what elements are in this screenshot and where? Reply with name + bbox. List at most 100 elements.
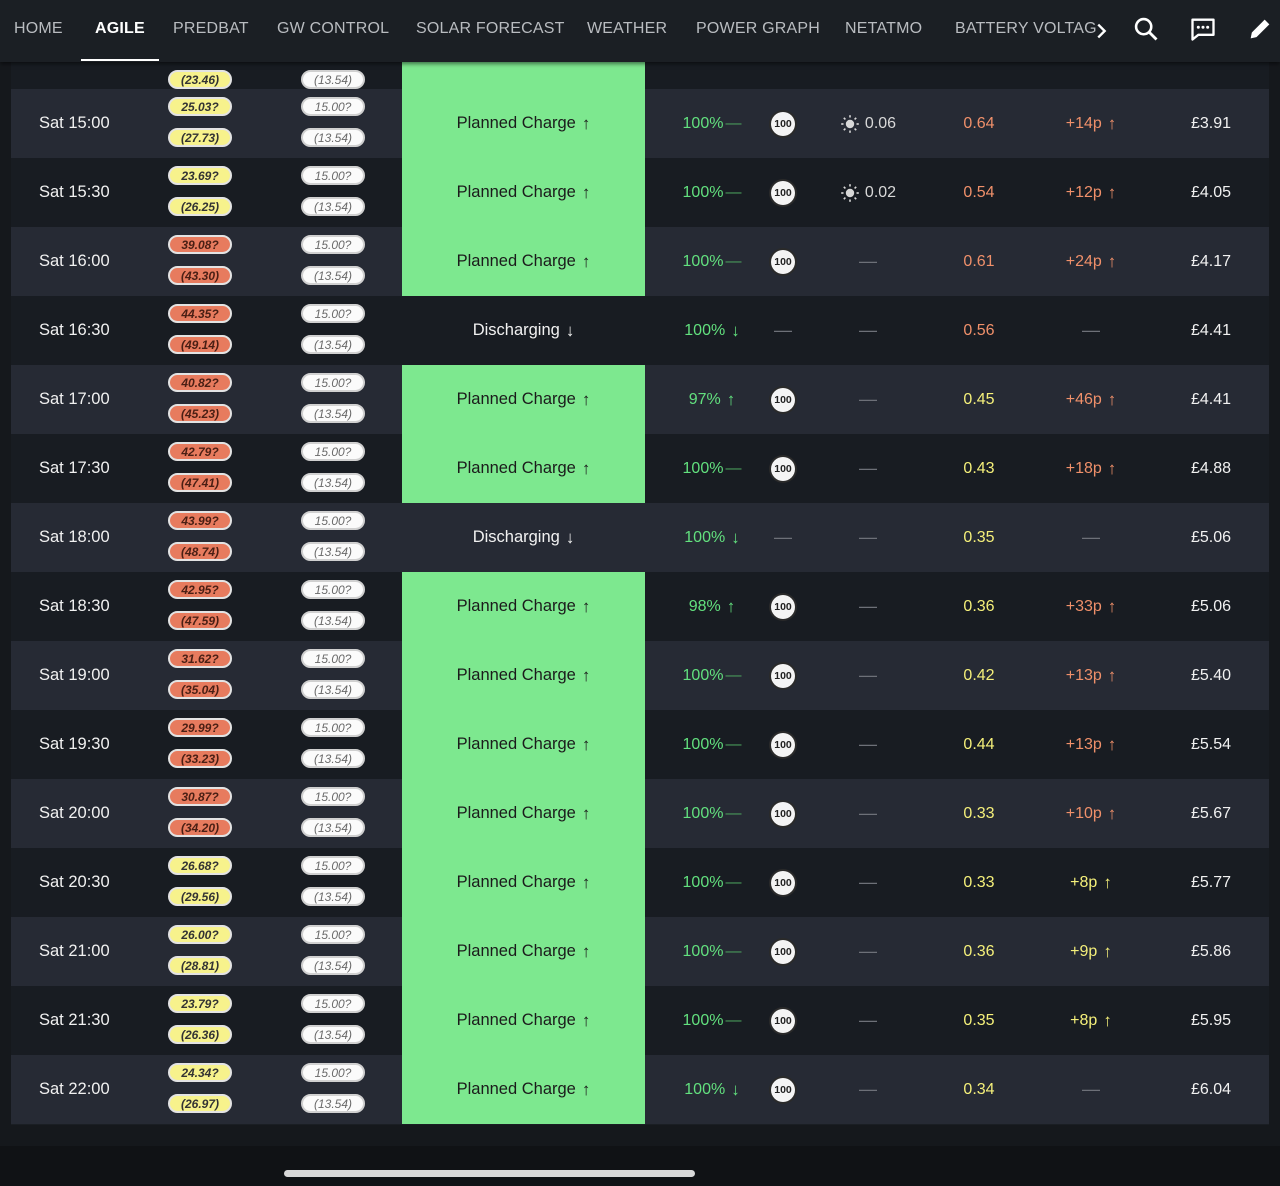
tab-solar-forecast[interactable]: SOLAR FORECAST [416, 0, 565, 62]
tab-weather[interactable]: WEATHER [587, 0, 667, 62]
soc-cell: 100% — [667, 986, 757, 1055]
slot-time: Sat 17:00 [39, 390, 110, 408]
slot-time: Sat 18:00 [39, 528, 110, 546]
status-cell: Planned Charge ↑ [402, 641, 645, 710]
tab-gw-control[interactable]: GW CONTROL [277, 0, 389, 62]
soc-value: 100% [684, 528, 726, 546]
import-price-low: (34.20) [168, 818, 232, 837]
soc-cell: 100% — [667, 89, 757, 158]
status-label: Planned Charge [456, 390, 576, 408]
status-up-arrow-icon: ↑ [581, 389, 591, 409]
import-price-high: 23.79? [168, 994, 232, 1013]
total-cost: £6.04 [1190, 1080, 1232, 1098]
table-row-partial: (23.46) (13.54) [11, 62, 1269, 89]
import-price-high: 43.99? [168, 511, 232, 530]
limit-empty: — [774, 320, 792, 340]
import-price-low: (26.25) [168, 197, 232, 216]
status-cell: Planned Charge ↑ [402, 710, 645, 779]
import-price-high: 26.68? [168, 856, 232, 875]
soc-flat-icon: — [725, 183, 742, 201]
soc-flat-icon: — [725, 735, 742, 753]
cost-up-arrow-icon: ↑ [1107, 389, 1117, 409]
cost-up-arrow-icon: ↑ [1107, 458, 1117, 478]
limit-badge: 100 [771, 871, 795, 895]
status-up-arrow-icon: ↑ [581, 113, 591, 133]
cost-cell: +8p ↑ [1046, 848, 1136, 917]
soc-cell: 100% — [667, 848, 757, 917]
table-row: Sat 22:00 24.34? (26.97) 15.00? (13.54) … [11, 1055, 1269, 1124]
tab-predbat[interactable]: PREDBAT [173, 0, 249, 62]
table-row: Sat 15:30 23.69? (26.25) 15.00? (13.54) … [11, 158, 1269, 227]
table-row: Sat 16:00 39.08? (43.30) 15.00? (13.54) … [11, 227, 1269, 296]
limit-badge: 100 [771, 733, 795, 757]
cost-value: +14p [1065, 114, 1102, 132]
soc-up-arrow-icon: ↑ [726, 389, 736, 409]
soc-cell: 100% — [667, 641, 757, 710]
soc-up-arrow-icon: ↑ [726, 596, 736, 616]
cost-up-arrow-icon: ↑ [1107, 803, 1117, 823]
export-price-low: (13.54) [301, 887, 365, 906]
export-price-low: (13.54) [301, 70, 365, 89]
table-row: Sat 20:30 26.68? (29.56) 15.00? (13.54) … [11, 848, 1269, 917]
chevron-right-icon[interactable] [1090, 20, 1112, 42]
soc-flat-icon: — [725, 459, 742, 477]
tab-home[interactable]: HOME [14, 0, 63, 62]
export-price-high: 15.00? [301, 1063, 365, 1082]
soc-cell: 100% — [667, 917, 757, 986]
cost-empty: — [1082, 1079, 1100, 1099]
total-cost: £5.06 [1190, 528, 1232, 546]
pv-value: 0.02 [864, 183, 897, 201]
agile-rates-table: (23.46) (13.54) Sat 15:00 25.03? (27.73)… [11, 62, 1269, 1125]
soc-cell: 100% — [667, 227, 757, 296]
slot-time: Sat 19:30 [39, 735, 110, 753]
table-row: Sat 19:00 31.62? (35.04) 15.00? (13.54) … [11, 641, 1269, 710]
pv-cell: — [833, 1055, 903, 1124]
table-row: Sat 19:30 29.99? (33.23) 15.00? (13.54) … [11, 710, 1269, 779]
cost-up-arrow-icon: ↑ [1107, 182, 1117, 202]
home-gesture-handle[interactable] [284, 1170, 695, 1177]
status-cell: Planned Charge ↑ [402, 365, 645, 434]
table-row: Sat 18:00 43.99? (48.74) 15.00? (13.54) … [11, 503, 1269, 572]
tab-agile[interactable]: AGILE [81, 0, 159, 62]
tab-power-graph[interactable]: POWER GRAPH [696, 0, 820, 62]
status-cell: Planned Charge ↑ [402, 89, 645, 158]
limit-badge: 100 [771, 802, 795, 826]
cost-up-arrow-icon: ↑ [1103, 872, 1112, 892]
pv-empty: — [859, 458, 877, 478]
table-row: Sat 17:30 42.79? (47.41) 15.00? (13.54) … [11, 434, 1269, 503]
sun-icon [841, 114, 859, 133]
load-value: 0.54 [963, 183, 995, 201]
total-cost: £4.41 [1190, 390, 1232, 408]
tab-netatmo[interactable]: NETATMO [845, 0, 922, 62]
status-up-arrow-icon: ↑ [581, 251, 591, 271]
search-icon[interactable] [1132, 15, 1160, 43]
soc-value: 97% [688, 390, 721, 408]
total-cost: £5.77 [1190, 873, 1232, 891]
cost-cell: +10p ↑ [1046, 779, 1136, 848]
pv-empty: — [859, 320, 877, 340]
status-cell: Planned Charge ↑ [402, 572, 645, 641]
pv-empty: — [859, 251, 877, 271]
tab-battery-voltag[interactable]: BATTERY VOLTAG [955, 0, 1097, 62]
import-price-low: (26.97) [168, 1094, 232, 1113]
import-price-low: (27.73) [168, 128, 232, 147]
cost-empty: — [1082, 527, 1100, 547]
load-value: 0.61 [963, 252, 995, 270]
pencil-icon[interactable] [1246, 15, 1274, 43]
status-cell: Discharging ↓ [402, 296, 645, 365]
import-price-high: 29.99? [168, 718, 232, 737]
cost-value: +8p [1070, 1011, 1098, 1029]
chat-icon[interactable] [1189, 15, 1217, 43]
cost-up-arrow-icon: ↑ [1107, 113, 1117, 133]
cost-cell: +24p ↑ [1046, 227, 1136, 296]
export-price-low: (13.54) [301, 1094, 365, 1113]
status-label: Planned Charge [456, 459, 576, 477]
status-cell: Planned Charge ↑ [402, 227, 645, 296]
import-price-low: (47.59) [168, 611, 232, 630]
cost-cell: +33p ↑ [1046, 572, 1136, 641]
soc-value: 100% [682, 114, 724, 132]
cost-up-arrow-icon: ↑ [1103, 1010, 1112, 1030]
status-up-arrow-icon: ↑ [581, 872, 591, 892]
pv-cell: — [833, 986, 903, 1055]
soc-value: 100% [682, 735, 724, 753]
